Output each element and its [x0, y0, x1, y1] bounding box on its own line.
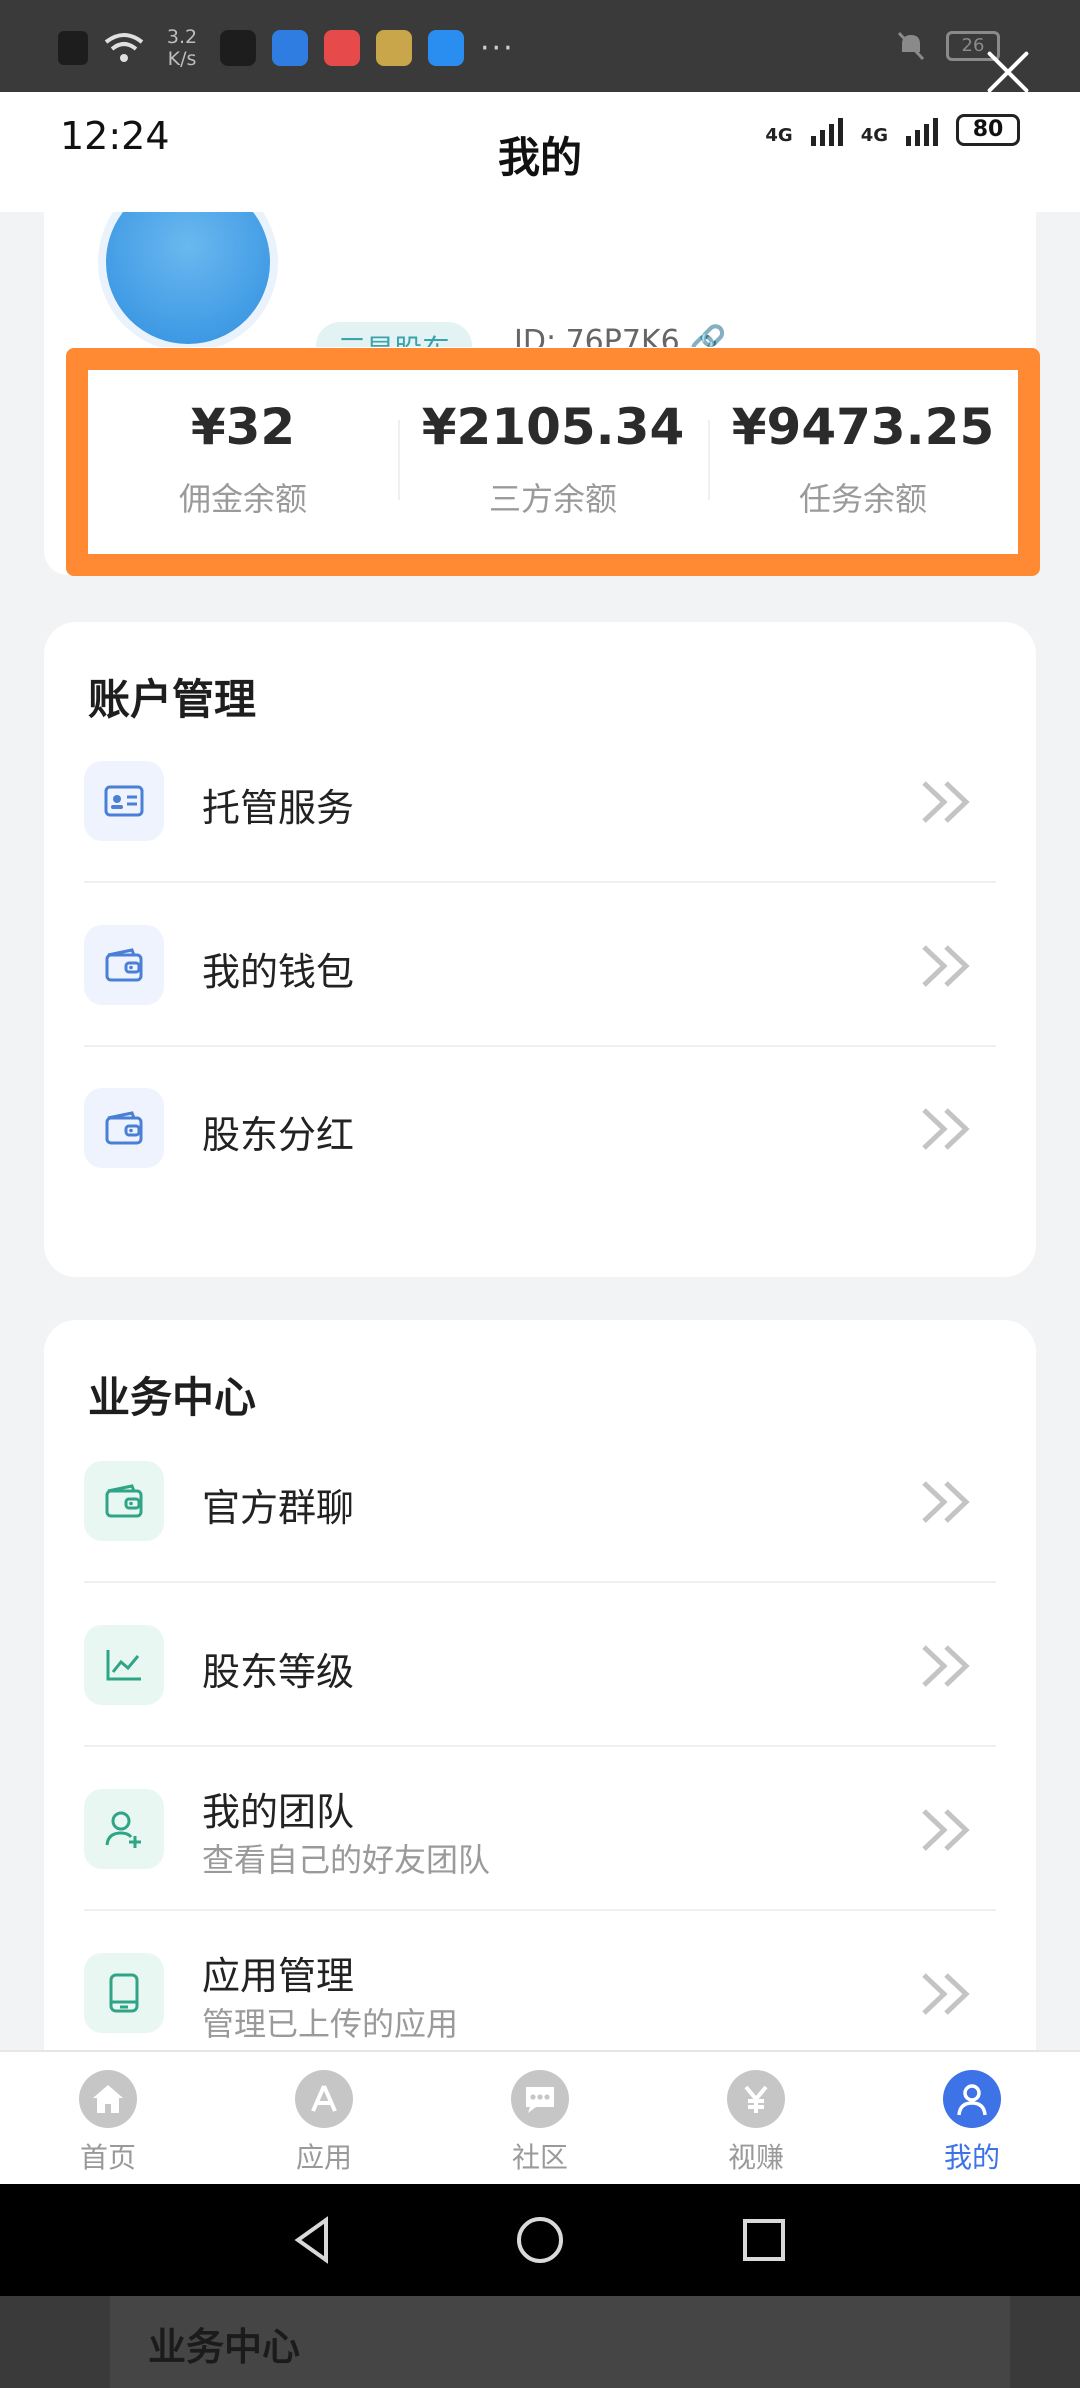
system-nav-bar — [0, 2184, 1080, 2296]
section-title: 业务中心 — [88, 1373, 257, 1422]
mute-bell-icon — [897, 31, 925, 61]
menu-item-subtitle: 管理已上传的应用 — [202, 2005, 459, 2043]
more-notifications: ··· — [480, 30, 515, 66]
nav-label: 我的 — [943, 2141, 1000, 2174]
double-chevron-right-icon — [922, 1809, 970, 1851]
double-chevron-right-icon — [922, 945, 970, 987]
wallet-icon — [84, 925, 164, 1005]
balance-task[interactable]: ¥9473.25 任务余额 — [708, 380, 1018, 540]
double-chevron-right-icon — [922, 1481, 970, 1523]
chat-icon — [511, 2070, 569, 2128]
app-status-bar: 12:24 我的 4G 4G 80 — [0, 92, 1080, 212]
app-icon — [220, 30, 256, 66]
menu-item-shareholder-level[interactable]: 股东等级 — [84, 1583, 996, 1747]
balance-commission[interactable]: ¥32 佣金余额 — [88, 380, 398, 540]
underlying-page: 业务中心 — [0, 2296, 1080, 2388]
double-chevron-right-icon — [922, 781, 970, 823]
weather-app-icon — [428, 30, 464, 66]
nav-label: 社区 — [511, 2141, 568, 2174]
menu-item-label: 官方群聊 — [202, 1486, 355, 1530]
yen-icon — [727, 2070, 785, 2128]
menu-item-label: 托管服务 — [202, 786, 355, 830]
recents-icon[interactable] — [736, 2212, 792, 2268]
chart-icon — [84, 1625, 164, 1705]
browser-app-icon — [272, 30, 308, 66]
signal-bars-icon — [810, 114, 843, 146]
balance-label: 三方余额 — [488, 480, 617, 518]
home-circle-icon[interactable] — [512, 2212, 568, 2268]
menu-item-label: 我的团队 — [202, 1790, 355, 1834]
phone-icon — [84, 1953, 164, 2033]
signal-indicators: 4G 4G 80 — [765, 114, 1020, 146]
underlying-section-title: 业务中心 — [148, 2325, 301, 2369]
id-card-icon — [84, 761, 164, 841]
nav-home[interactable]: 首页 — [0, 2052, 216, 2184]
signal-bars-icon — [906, 114, 938, 146]
nav-apps[interactable]: 应用 — [216, 2052, 432, 2184]
signal-4g-label-2: 4G — [860, 125, 888, 146]
nav-earn[interactable]: 视赚 — [648, 2052, 864, 2184]
net-speed: 3.2 K/s — [166, 26, 198, 70]
back-icon[interactable] — [286, 2212, 342, 2268]
menu-item-subtitle: 查看自己的好友团队 — [202, 1841, 491, 1879]
nav-label: 应用 — [295, 2141, 352, 2174]
add-user-icon — [84, 1789, 164, 1869]
balance-value: ¥9473.25 — [731, 398, 995, 456]
battery-indicator: 80 — [956, 114, 1020, 146]
balance-row: ¥32 佣金余额 ¥2105.34 三方余额 ¥9473.25 任务余额 — [88, 380, 1018, 540]
double-chevron-right-icon — [922, 1973, 970, 2015]
wallet-icon — [84, 1461, 164, 1541]
menu-item-label: 我的钱包 — [202, 950, 355, 994]
nav-label: 首页 — [79, 2141, 136, 2174]
wallet-icon — [84, 1088, 164, 1168]
menu-item-dividend[interactable]: 股东分红 — [84, 1046, 996, 1210]
menu-item-wallet[interactable]: 我的钱包 — [84, 883, 996, 1047]
system-status-left: 3.2 K/s ··· — [58, 26, 515, 70]
balance-value: ¥2105.34 — [421, 398, 685, 456]
menu-item-label: 应用管理 — [202, 1954, 355, 1998]
home-icon — [79, 2070, 137, 2128]
menu-item-my-team[interactable]: 我的团队 查看自己的好友团队 — [84, 1747, 996, 1911]
nav-community[interactable]: 社区 — [432, 2052, 648, 2184]
menu-item-group-chat[interactable]: 官方群聊 — [84, 1419, 996, 1583]
double-chevron-right-icon — [922, 1645, 970, 1687]
balance-value: ¥32 — [190, 398, 296, 456]
wifi-icon — [104, 33, 144, 62]
nav-mine[interactable]: 我的 — [864, 2052, 1080, 2184]
alert-icon — [58, 31, 88, 65]
nav-label: 视赚 — [727, 2141, 784, 2174]
section-title: 账户管理 — [88, 675, 257, 724]
menu-item-label: 股东等级 — [202, 1650, 355, 1694]
book-app-icon — [324, 30, 360, 66]
balance-label: 任务余额 — [798, 480, 927, 518]
user-icon — [943, 2070, 1001, 2128]
game-app-icon — [376, 30, 412, 66]
menu-item-label: 股东分红 — [202, 1113, 355, 1157]
double-chevron-right-icon — [922, 1108, 970, 1150]
menu-item-custody[interactable]: 托管服务 — [84, 719, 996, 883]
app-screen: 12:24 我的 4G 4G 80 三星股东 ID: 76P7K6 🔗 ¥32 … — [0, 92, 1080, 2184]
apps-icon — [295, 2070, 353, 2128]
balance-label: 佣金余额 — [178, 480, 307, 518]
balance-third-party[interactable]: ¥2105.34 三方余额 — [398, 380, 708, 540]
bottom-nav: 首页 应用 社区 视赚 我的 — [0, 2050, 1080, 2184]
account-section: 账户管理 托管服务 我的钱包 股东分红 — [44, 622, 1036, 1277]
system-status-bar: 3.2 K/s ··· 26 — [0, 0, 1080, 92]
signal-4g-label-1: 4G — [765, 125, 793, 146]
